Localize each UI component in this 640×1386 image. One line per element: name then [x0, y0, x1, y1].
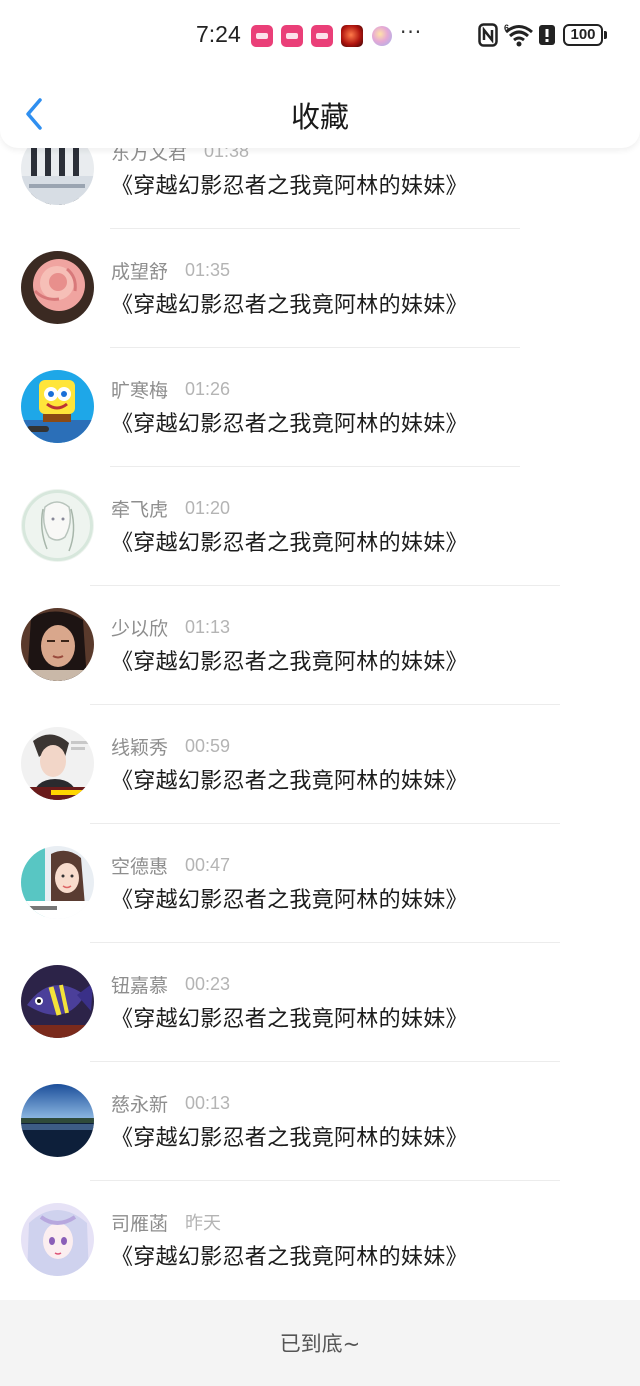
novel-title: 《穿越幻影忍者之我竟阿林的妹妹》: [111, 412, 468, 437]
nfc-icon: [478, 23, 498, 47]
divider: [110, 347, 520, 348]
user-name: 钮嘉慕: [111, 974, 169, 997]
app-notification-icon: [372, 26, 392, 46]
list-item[interactable]: 东方文君 01:38 《穿越幻影忍者之我竟阿林的妹妹》: [0, 132, 640, 251]
battery-level: 100: [570, 26, 596, 43]
page-title: 收藏: [290, 100, 349, 134]
network-badge: 6: [504, 23, 509, 33]
item-time: 00:47: [185, 854, 231, 875]
battery-icon: 100: [563, 24, 607, 46]
item-meta: 少以欣 01:13: [111, 614, 230, 640]
novel-title: 《穿越幻影忍者之我竟阿林的妹妹》: [111, 174, 468, 199]
item-meta: 空德惠 00:47: [111, 852, 230, 878]
list-item[interactable]: 线颖秀 00:59 《穿越幻影忍者之我竟阿林的妹妹》: [0, 727, 640, 846]
user-name: 少以欣: [111, 617, 169, 640]
item-meta: 旷寒梅 01:26: [111, 376, 230, 402]
more-notifications-icon: ···: [400, 20, 423, 44]
user-name: 线颖秀: [111, 736, 169, 759]
list-item[interactable]: 牵飞虎 01:20 《穿越幻影忍者之我竟阿林的妹妹》: [0, 489, 640, 608]
user-name: 空德惠: [111, 855, 169, 878]
novel-title: 《穿越幻影忍者之我竟阿林的妹妹》: [111, 769, 468, 794]
user-name: 慈永新: [111, 1093, 169, 1116]
status-bar: 7:24 ··· 6 100: [0, 0, 640, 70]
divider: [110, 466, 520, 467]
novel-title: 《穿越幻影忍者之我竟阿林的妹妹》: [111, 1245, 468, 1270]
item-meta: 钮嘉慕 00:23: [111, 971, 230, 997]
item-meta: 慈永新 00:13: [111, 1090, 230, 1116]
item-meta: 成望舒 01:35: [111, 257, 230, 283]
list-item[interactable]: 旷寒梅 01:26 《穿越幻影忍者之我竟阿林的妹妹》: [0, 370, 640, 489]
novel-title: 《穿越幻影忍者之我竟阿林的妹妹》: [111, 650, 468, 675]
divider: [90, 823, 560, 824]
novel-title: 《穿越幻影忍者之我竟阿林的妹妹》: [111, 293, 468, 318]
item-time: 00:23: [185, 973, 231, 994]
alert-icon: [539, 25, 555, 45]
item-time: 00:59: [185, 735, 231, 756]
end-of-list-footer: 已到底~: [0, 1300, 640, 1386]
item-time: 昨天: [185, 1213, 222, 1233]
user-name: 牵飞虎: [111, 498, 169, 521]
novel-title: 《穿越幻影忍者之我竟阿林的妹妹》: [111, 531, 468, 556]
user-name: 司雁菡: [111, 1212, 169, 1235]
wifi-icon: 6: [504, 23, 533, 47]
list-item[interactable]: 成望舒 01:35 《穿越幻影忍者之我竟阿林的妹妹》: [0, 251, 640, 370]
item-meta: 牵飞虎 01:20: [111, 495, 230, 521]
avatar: [21, 251, 94, 324]
status-time: 7:24: [196, 21, 241, 47]
list-item[interactable]: 空德惠 00:47 《穿越幻影忍者之我竟阿林的妹妹》: [0, 846, 640, 965]
avatar: [21, 608, 94, 681]
avatar: [21, 965, 94, 1038]
avatar: [21, 489, 94, 562]
item-time: 00:13: [185, 1092, 231, 1113]
avatar: [21, 1084, 94, 1157]
list-item[interactable]: 钮嘉慕 00:23 《穿越幻影忍者之我竟阿林的妹妹》: [0, 965, 640, 1084]
divider: [90, 585, 560, 586]
novel-title: 《穿越幻影忍者之我竟阿林的妹妹》: [111, 1126, 468, 1151]
user-name: 成望舒: [111, 260, 169, 283]
top-bar: 7:24 ··· 6 100 收藏: [0, 0, 640, 148]
novel-title: 《穿越幻影忍者之我竟阿林的妹妹》: [111, 888, 468, 913]
game-notification-icon: [341, 25, 363, 47]
item-time: 01:20: [185, 497, 231, 518]
item-meta: 线颖秀 00:59: [111, 733, 230, 759]
novel-title: 《穿越幻影忍者之我竟阿林的妹妹》: [111, 1007, 468, 1032]
item-time: 01:13: [185, 616, 231, 637]
item-time: 01:26: [185, 378, 231, 399]
divider: [90, 942, 560, 943]
list-item[interactable]: 慈永新 00:13 《穿越幻影忍者之我竟阿林的妹妹》: [0, 1084, 640, 1203]
avatar: [21, 370, 94, 443]
divider: [90, 1180, 560, 1181]
item-time: 01:35: [185, 259, 231, 280]
avatar: [21, 727, 94, 800]
app-notification-icon: [311, 25, 333, 47]
divider: [90, 1061, 560, 1062]
divider: [110, 228, 520, 229]
app-notification-icon: [251, 25, 273, 47]
divider: [90, 704, 560, 705]
list-item[interactable]: 少以欣 01:13 《穿越幻影忍者之我竟阿林的妹妹》: [0, 608, 640, 727]
avatar: [21, 1203, 94, 1276]
avatar: [21, 846, 94, 919]
app-notification-icon: [281, 25, 303, 47]
item-meta: 司雁菡 昨天: [111, 1209, 221, 1235]
user-name: 旷寒梅: [111, 379, 169, 402]
